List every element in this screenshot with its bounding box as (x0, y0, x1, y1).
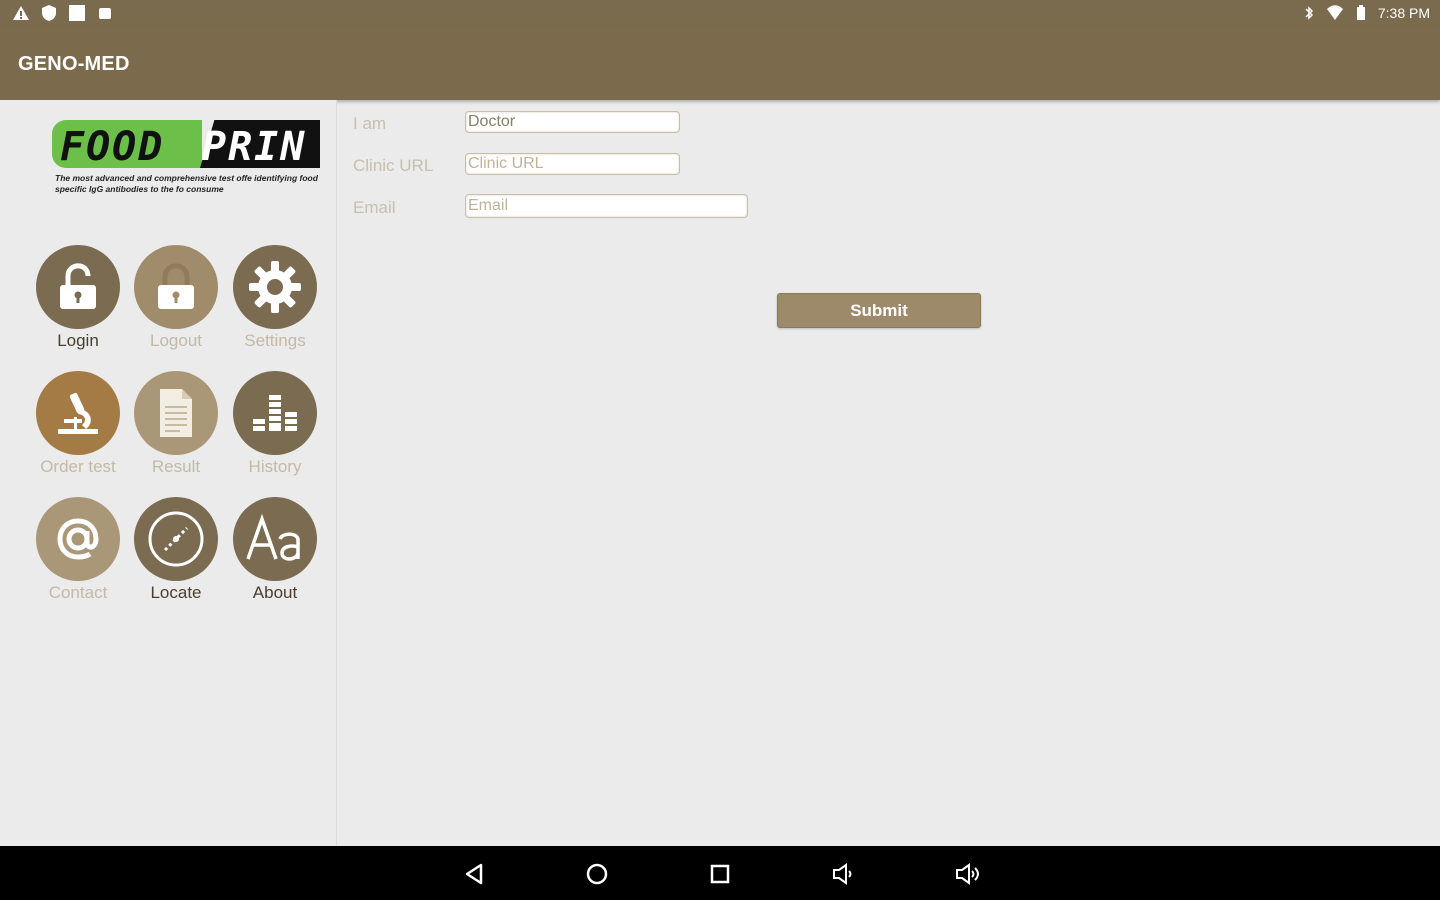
logout-circle (134, 245, 218, 329)
order-test-circle (36, 371, 120, 455)
menu-settings[interactable]: Settings (226, 245, 324, 365)
menu-about[interactable]: About (226, 497, 324, 617)
status-notifications (12, 4, 114, 22)
volume-down-icon[interactable] (830, 860, 858, 888)
unlock-icon (60, 263, 96, 309)
locate-circle (134, 497, 218, 581)
logo-text-food: FOOD (60, 124, 165, 170)
menu-contact[interactable]: Contact (29, 497, 127, 617)
wifi-icon (1326, 5, 1343, 20)
logo-tagline: The most advanced and comprehensive test… (55, 173, 318, 194)
foodprint-logo: FOOD PRIN The most advanced and comprehe… (52, 120, 320, 210)
email-field[interactable] (465, 194, 748, 218)
about-label: About (252, 583, 298, 602)
menu-result[interactable]: Result (127, 371, 225, 491)
image-icon (69, 5, 85, 21)
iam-field[interactable] (465, 111, 680, 133)
settings-circle (233, 245, 317, 329)
shield-icon (42, 5, 56, 21)
result-circle (134, 371, 218, 455)
status-bar: 7:38 PM (0, 0, 1440, 26)
bluetooth-icon (1305, 6, 1313, 20)
login-circle (36, 245, 120, 329)
system-nav-bar (0, 846, 1440, 900)
menu-locate[interactable]: Locate (127, 497, 225, 617)
app-bar: GENO-MED (0, 26, 1440, 100)
gear-icon (249, 261, 301, 313)
status-time: 7:38 PM (1377, 5, 1430, 21)
menu-order-test[interactable]: Order test (29, 371, 127, 491)
clinic-url-field[interactable] (465, 153, 680, 175)
document-icon (160, 389, 192, 437)
at-sign-icon (57, 518, 99, 560)
result-label: Result (151, 457, 201, 476)
battery-icon (1356, 5, 1365, 20)
bar-chart-icon (253, 395, 297, 431)
history-label: History (248, 457, 302, 476)
email-label: Email (353, 198, 396, 217)
microscope-icon (58, 392, 98, 434)
history-circle (233, 371, 317, 455)
back-icon[interactable] (461, 860, 489, 888)
warning-icon (13, 6, 29, 20)
menu-logout[interactable]: Logout (127, 245, 225, 365)
font-aa-icon (246, 513, 300, 561)
logo-banner: FOOD PRIN (52, 120, 320, 170)
iam-label: I am (353, 114, 387, 133)
clinic-url-label: Clinic URL (353, 156, 434, 175)
volume-up-icon[interactable] (954, 860, 982, 888)
logo-text-print: PRIN (202, 124, 307, 170)
login-label: Login (57, 331, 99, 350)
lock-icon (158, 263, 194, 309)
settings-label: Settings (244, 331, 306, 350)
home-icon[interactable] (583, 860, 611, 888)
contact-label: Contact (48, 583, 108, 602)
contact-circle (36, 497, 120, 581)
menu-login[interactable]: Login (29, 245, 127, 365)
compass-icon (148, 511, 204, 567)
android-icon (99, 8, 111, 19)
order-test-label: Order test (40, 457, 116, 476)
menu-history[interactable]: History (226, 371, 324, 491)
locate-label: Locate (150, 583, 202, 602)
status-system: 7:38 PM (1300, 4, 1430, 22)
recents-icon[interactable] (706, 860, 734, 888)
submit-button[interactable]: Submit (777, 293, 981, 328)
about-circle (233, 497, 317, 581)
logout-label: Logout (150, 331, 202, 350)
app-title: GENO-MED (18, 53, 130, 75)
